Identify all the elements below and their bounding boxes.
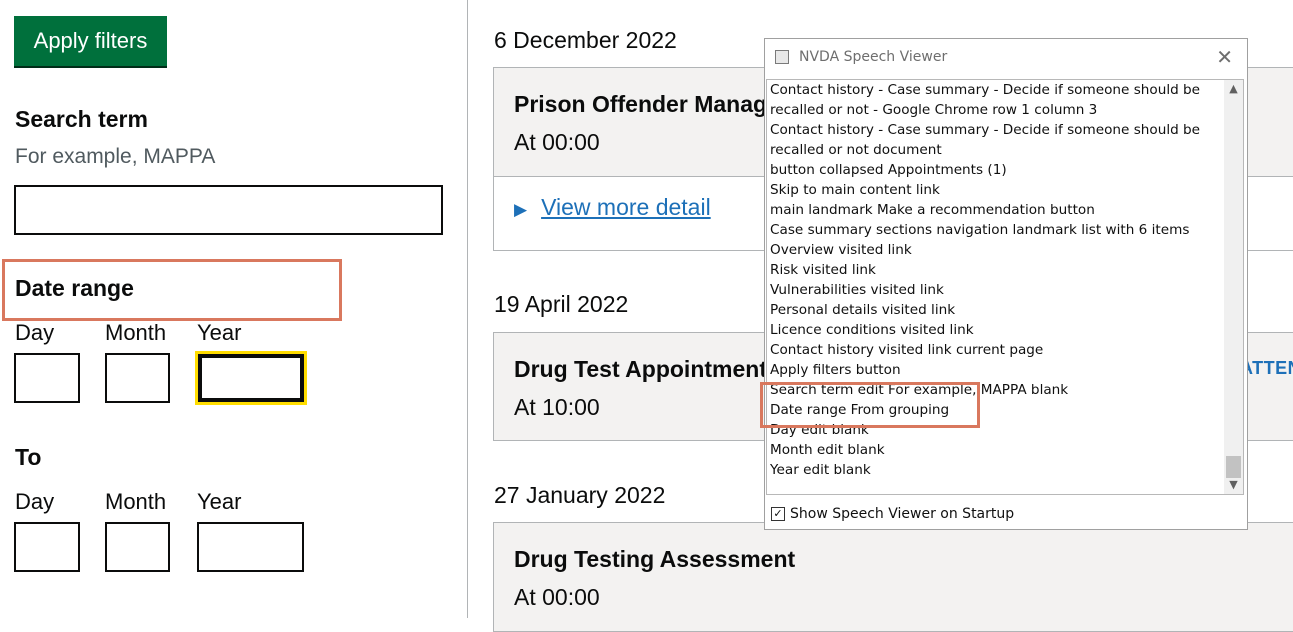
speech-log-line: button collapsed Appointments (1) bbox=[770, 162, 1007, 178]
contact-time: At 00:00 bbox=[514, 584, 600, 610]
show-on-startup-checkbox[interactable]: ✓ bbox=[771, 507, 785, 521]
apply-filters-button[interactable]: Apply filters bbox=[14, 16, 167, 66]
search-term-input[interactable] bbox=[14, 185, 443, 235]
panel-divider bbox=[467, 0, 468, 618]
to-day-input[interactable] bbox=[14, 522, 80, 572]
contact-time: At 10:00 bbox=[514, 394, 600, 420]
speech-log-line: Year edit blank bbox=[770, 462, 871, 478]
close-icon[interactable]: ✕ bbox=[1216, 45, 1233, 69]
from-day-label: Day bbox=[15, 320, 55, 345]
search-term-hint: For example, MAPPA bbox=[15, 145, 216, 168]
speech-log-line: main landmark Make a recommendation butt… bbox=[770, 202, 1095, 218]
scroll-up-icon[interactable]: ▲ bbox=[1224, 80, 1243, 98]
date-range-label: Date range bbox=[15, 275, 134, 301]
speech-log-line: Skip to main content link bbox=[770, 182, 940, 198]
contact-card: Drug Testing Assessment At 00:00 bbox=[493, 522, 1293, 632]
from-day-input[interactable] bbox=[14, 353, 80, 403]
speech-log-line: recalled or not - Google Chrome row 1 co… bbox=[770, 102, 1098, 118]
speech-log-line: Apply filters button bbox=[770, 362, 901, 378]
contact-title: Drug Testing Assessment bbox=[514, 546, 796, 572]
window-footer: ✓ Show Speech Viewer on Startup bbox=[765, 499, 1247, 529]
from-year-input[interactable] bbox=[195, 351, 307, 405]
to-legend: To bbox=[15, 444, 42, 470]
speech-log-line: Licence conditions visited link bbox=[770, 322, 974, 338]
annotation-highlight-speech-line bbox=[760, 382, 980, 428]
to-year-input[interactable] bbox=[197, 522, 304, 572]
timeline-date-heading: 27 January 2022 bbox=[494, 482, 666, 508]
speech-log-list[interactable]: Contact history - Case summary - Decide … bbox=[766, 79, 1244, 495]
contact-title: Drug Test Appointment bbox=[514, 356, 767, 382]
timeline-date-heading: 19 April 2022 bbox=[494, 291, 629, 317]
speech-log-line: Contact history visited link current pag… bbox=[770, 342, 1044, 358]
speech-log-line: Overview visited link bbox=[770, 242, 912, 258]
from-month-label: Month bbox=[105, 320, 167, 345]
view-more-detail-text: View more detail bbox=[541, 194, 711, 220]
window-titlebar[interactable]: NVDA Speech Viewer ✕ bbox=[765, 39, 1247, 77]
speech-log-line: recalled or not document bbox=[770, 142, 942, 158]
scroll-down-icon[interactable]: ▼ bbox=[1224, 476, 1243, 494]
app-icon bbox=[775, 50, 789, 64]
from-year-label: Year bbox=[197, 320, 242, 345]
speech-log-line: Vulnerabilities visited link bbox=[770, 282, 944, 298]
speech-log-line: Contact history - Case summary - Decide … bbox=[770, 122, 1201, 138]
to-month-label: Month bbox=[105, 489, 167, 514]
to-month-input[interactable] bbox=[105, 522, 170, 572]
to-day-label: Day bbox=[15, 489, 55, 514]
search-term-label: Search term bbox=[15, 106, 148, 132]
speech-log-line: Personal details visited link bbox=[770, 302, 956, 318]
scrollbar[interactable]: ▲ ▼ bbox=[1224, 80, 1243, 494]
disclosure-triangle-icon: ▶ bbox=[514, 200, 528, 219]
view-more-detail-link[interactable]: ▶ View more detail bbox=[514, 194, 711, 221]
to-year-label: Year bbox=[197, 489, 242, 514]
from-month-input[interactable] bbox=[105, 353, 170, 403]
timeline-date-heading: 6 December 2022 bbox=[494, 27, 677, 53]
scrollbar-thumb[interactable] bbox=[1226, 456, 1241, 478]
speech-log-line: Risk visited link bbox=[770, 262, 876, 278]
speech-log-line: Contact history - Case summary - Decide … bbox=[770, 82, 1201, 98]
contact-time: At 00:00 bbox=[514, 129, 600, 155]
nvda-speech-viewer-window: NVDA Speech Viewer ✕ Contact history - C… bbox=[764, 38, 1248, 530]
show-on-startup-label: Show Speech Viewer on Startup bbox=[790, 506, 1015, 522]
speech-log-line: Month edit blank bbox=[770, 442, 885, 458]
window-title: NVDA Speech Viewer bbox=[799, 49, 948, 65]
speech-log-line: Case summary sections navigation landmar… bbox=[770, 222, 1190, 238]
